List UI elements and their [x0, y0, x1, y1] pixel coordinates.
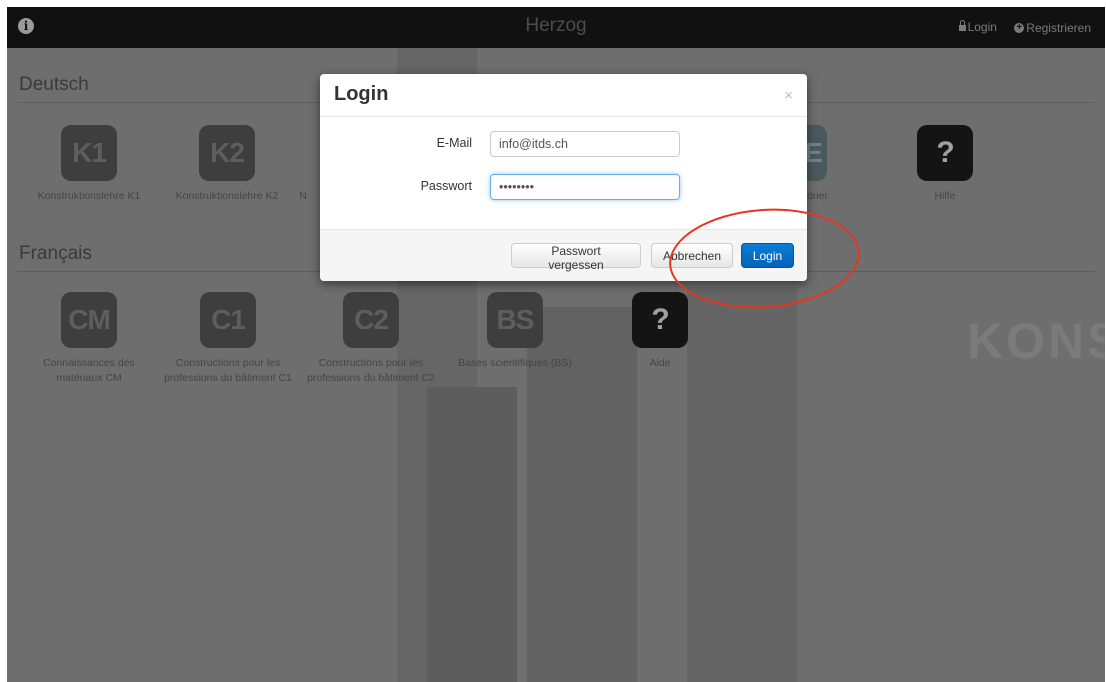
close-icon[interactable]: × — [784, 87, 793, 104]
password-row: Passwort — [320, 174, 807, 200]
cm-icon: CM — [61, 292, 117, 348]
section-title-deutsch: Deutsch — [19, 74, 89, 95]
email-label: E-Mail — [436, 136, 472, 150]
help-icon: ? — [632, 292, 688, 348]
modal-footer: Passwort vergessen Abbrechen Login — [320, 229, 807, 281]
password-label: Passwort — [420, 179, 472, 193]
course-tile-c2[interactable]: C2 Constructions pour les professions du… — [301, 292, 441, 386]
cancel-button[interactable]: Abbrechen — [651, 243, 733, 268]
email-field[interactable] — [490, 131, 680, 157]
course-tile-help[interactable]: ? Hilfe — [875, 125, 1015, 204]
k1-icon: K1 — [61, 125, 117, 181]
background-text: KONST — [967, 313, 1105, 369]
course-tile-c1[interactable]: C1 Constructions pour les professions du… — [158, 292, 298, 386]
login-modal: Login × E-Mail Passwort Passwort vergess… — [320, 74, 807, 281]
section-title-francais: Français — [19, 243, 92, 264]
course-tile-label: Aide — [649, 357, 671, 369]
course-tile-k1[interactable]: K1 Konstruktionslehre K1 — [19, 125, 159, 204]
course-tile-label: N — [299, 190, 307, 202]
password-field[interactable] — [490, 174, 680, 200]
course-tile-label: Constructions pour les professions du bâ… — [164, 357, 292, 384]
modal-header: Login × — [320, 74, 807, 117]
course-tile-label: Hilfe — [934, 190, 956, 202]
app-title: Herzog — [525, 15, 587, 36]
user-nav: Login + Registrieren — [945, 19, 1091, 35]
course-tile-label: Constructions pour les professions du bâ… — [307, 357, 435, 384]
plus-circle-icon: + — [1014, 23, 1025, 33]
background-decoration — [427, 387, 517, 682]
register-link[interactable]: + Registrieren — [1014, 21, 1091, 35]
top-navbar: i Herzog Login + Registrieren — [7, 7, 1105, 48]
bs-icon: BS — [487, 292, 543, 348]
login-button[interactable]: Login — [741, 243, 794, 268]
help-icon: ? — [917, 125, 973, 181]
course-tile-label: Connaissances des matériaux CM — [43, 357, 135, 384]
course-tile-bs[interactable]: BS Bases scientifiques (BS) — [445, 292, 585, 371]
app-window: KONST i Herzog Login + Registrieren Deut… — [7, 7, 1105, 682]
email-row: E-Mail — [320, 131, 807, 157]
course-tile-label: Bases scientifiques (BS) — [458, 357, 572, 369]
course-tile-aide[interactable]: ? Aide — [590, 292, 730, 371]
c1-icon: C1 — [200, 292, 256, 348]
modal-title: Login — [334, 83, 389, 105]
register-link-label: Registrieren — [1026, 21, 1091, 35]
c2-icon: C2 — [343, 292, 399, 348]
course-tile-label: Konstruktionslehre K1 — [37, 190, 141, 202]
forgot-password-button[interactable]: Passwort vergessen — [511, 243, 641, 272]
lock-icon — [958, 20, 966, 31]
course-tile-n[interactable]: N — [247, 125, 307, 204]
login-link-label: Login — [967, 20, 997, 34]
login-link[interactable]: Login — [958, 20, 997, 34]
course-tile-cm[interactable]: CM Connaissances des matériaux CM — [19, 292, 159, 386]
